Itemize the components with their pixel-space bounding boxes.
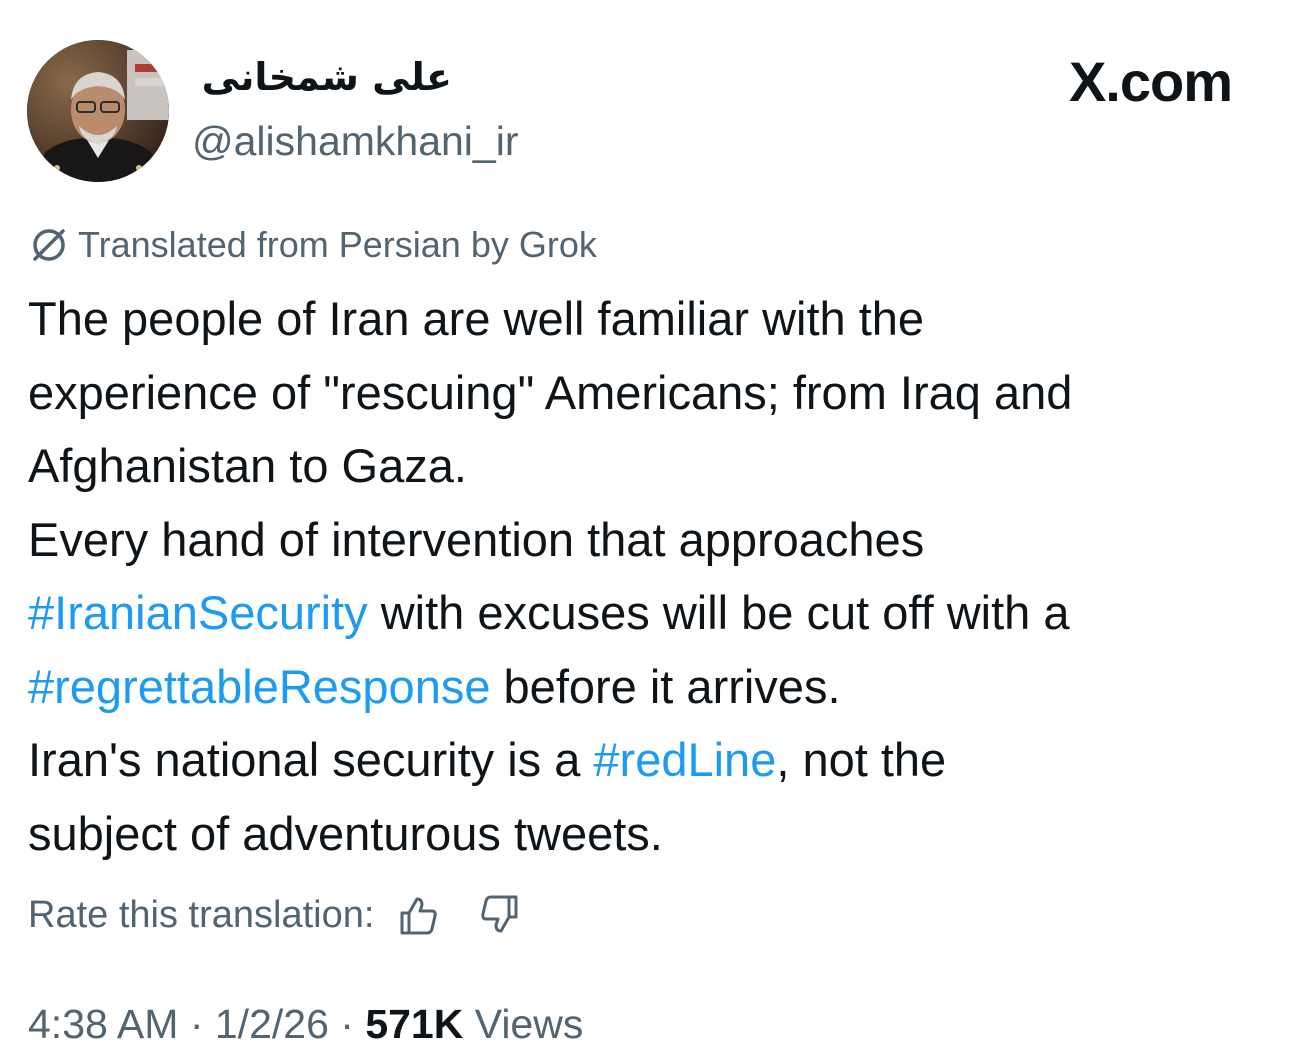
- tweet-line: subject of adventurous tweets.: [28, 806, 663, 860]
- avatar[interactable]: [27, 40, 169, 182]
- thumbs-up-icon[interactable]: [396, 893, 440, 937]
- profile-photo: [27, 40, 169, 182]
- rate-translation-label: Rate this translation:: [28, 893, 375, 936]
- user-handle[interactable]: @alishamkhani_ir: [192, 116, 518, 166]
- tweet-line-text: before it arrives.: [490, 659, 841, 713]
- rate-translation: Rate this translation:: [28, 888, 522, 942]
- meta-separator: ·: [178, 1001, 215, 1047]
- meta-separator: ·: [328, 1001, 366, 1047]
- tweet-date[interactable]: 1/2/26: [215, 1001, 329, 1047]
- translation-notice: Translated from Persian by Grok: [28, 220, 597, 270]
- tweet-line: Every hand of intervention that approach…: [28, 512, 925, 566]
- tweet-line: The people of Iran are well familiar wit…: [28, 292, 925, 345]
- tweet-line: #regrettableResponse before it arrives.: [28, 650, 1268, 724]
- tweet-meta: 4:38 AM · 1/2/26 · 571K Views: [28, 996, 583, 1052]
- tweet-time[interactable]: 4:38 AM: [28, 1001, 178, 1047]
- tweet-line: experience of "rescuing" Americans; from…: [28, 365, 1073, 419]
- tweet-line-text: Iran's national security is a: [28, 733, 594, 786]
- tweet-line: #IranianSecurity with excuses will be cu…: [28, 576, 1268, 650]
- hashtag-link[interactable]: #regrettableResponse: [28, 660, 490, 713]
- hashtag-link[interactable]: #IranianSecurity: [28, 586, 368, 639]
- tweet-text: The people of Iran are well familiar wit…: [28, 282, 1268, 870]
- views-count: 571K: [365, 1001, 464, 1047]
- tweet-line-text: , not the: [776, 733, 947, 786]
- tweet-line-text: with excuses will be cut off with a: [367, 586, 1070, 639]
- views-label: Views: [463, 1001, 584, 1047]
- tweet-line: Afghanistan to Gaza.: [28, 439, 467, 492]
- translation-notice-text: Translated from Persian by Grok: [78, 224, 597, 265]
- thumbs-down-icon[interactable]: [478, 893, 522, 937]
- grok-icon: [28, 224, 70, 266]
- brand-logo: X.com: [1068, 50, 1233, 113]
- tweet-header: علی شمخانی @alishamkhani_ir X.com: [0, 0, 1290, 190]
- display-name[interactable]: علی شمخانی: [192, 52, 452, 102]
- tweet-line: Iran's national security is a #redLine, …: [28, 723, 1268, 797]
- hashtag-link[interactable]: #redLine: [593, 733, 776, 786]
